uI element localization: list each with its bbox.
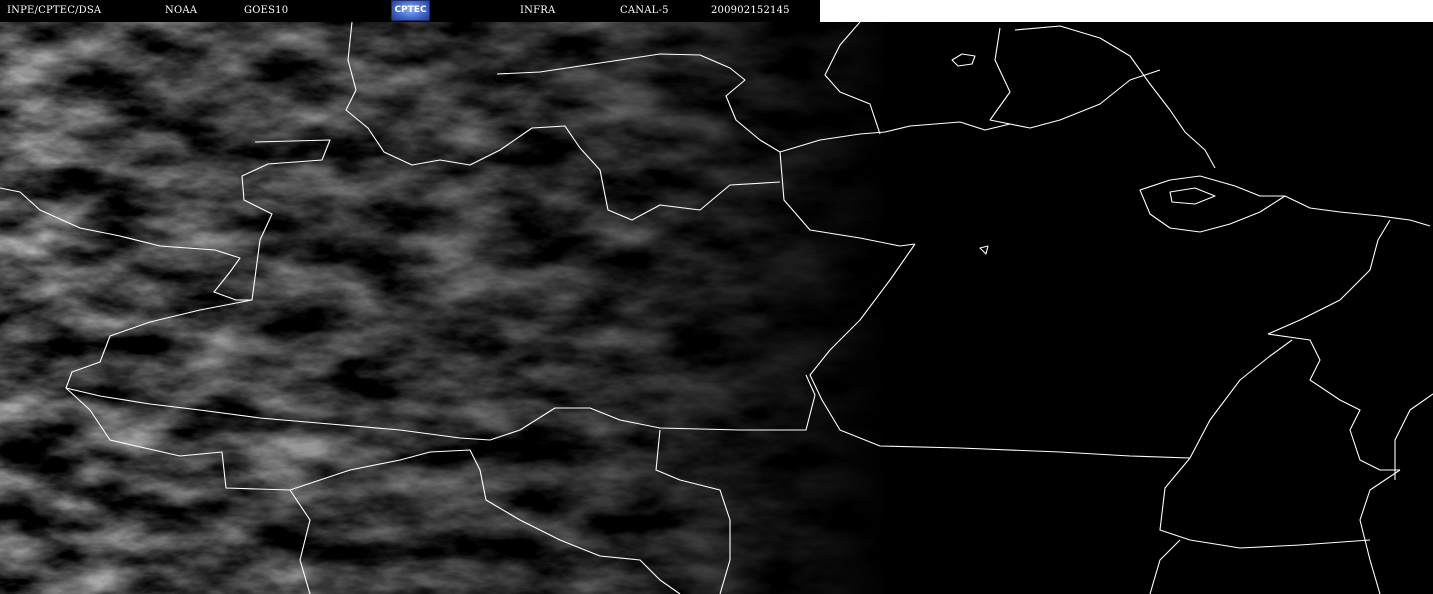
cloud-cover (0, 22, 1433, 594)
satellite-image-svg (0, 22, 1433, 594)
image-header-bar: INPE/CPTEC/DSA NOAA GOES10 CPTEC INFRA C… (0, 0, 820, 22)
cptec-logo: CPTEC (391, 0, 430, 21)
agency-label: INPE/CPTEC/DSA (7, 5, 102, 16)
band-label: INFRA (520, 5, 556, 16)
satellite-image (0, 22, 1433, 594)
timestamp-label: 200902152145 (711, 5, 790, 16)
cptec-logo-text: CPTEC (394, 5, 427, 15)
channel-label: CANAL-5 (620, 5, 669, 16)
satellite-label: GOES10 (244, 5, 289, 16)
provider-label: NOAA (165, 5, 198, 16)
header-blank-strip (820, 0, 1433, 22)
